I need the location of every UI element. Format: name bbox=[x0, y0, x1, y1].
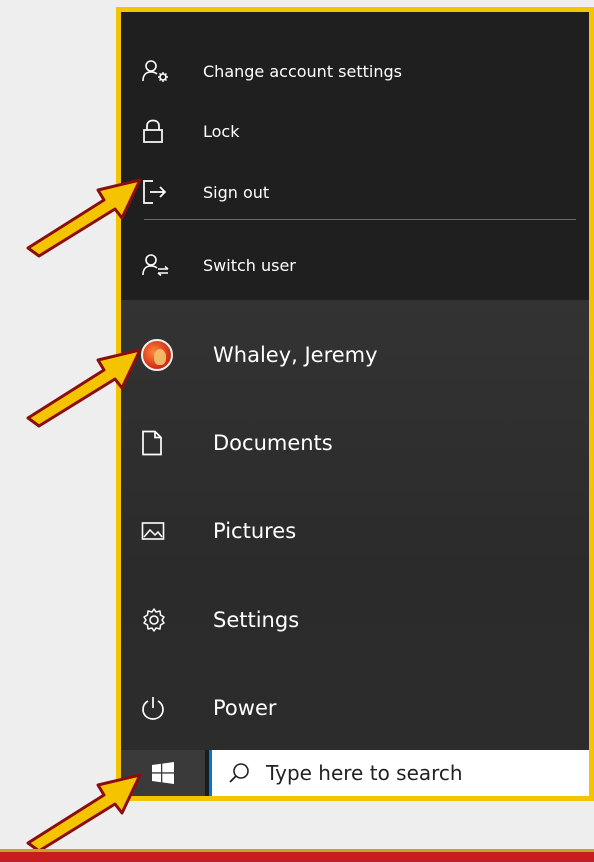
lock-item[interactable]: Lock bbox=[121, 106, 589, 156]
user-name-label: Whaley, Jeremy bbox=[213, 343, 378, 367]
annotation-arrow-user-account bbox=[26, 348, 142, 428]
switch-user-label: Switch user bbox=[203, 255, 296, 275]
start-item-user-account[interactable]: Whaley, Jeremy bbox=[121, 320, 589, 390]
start-item-settings[interactable]: Settings bbox=[121, 585, 589, 655]
settings-label: Settings bbox=[213, 608, 300, 632]
search-input[interactable] bbox=[266, 761, 566, 785]
taskbar-search-box[interactable] bbox=[209, 750, 589, 796]
start-menu-list: Whaley, Jeremy Documents Pictures Settin… bbox=[121, 300, 589, 750]
pictures-icon bbox=[141, 520, 177, 542]
start-item-pictures[interactable]: Pictures bbox=[121, 496, 589, 566]
search-icon bbox=[228, 762, 250, 784]
start-menu-frame: Change account settings Lock Sign out Sw… bbox=[116, 7, 594, 801]
annotation-arrow-sign-out bbox=[26, 178, 142, 258]
account-flyout-menu: Change account settings Lock Sign out Sw… bbox=[121, 12, 589, 300]
pictures-label: Pictures bbox=[213, 519, 297, 543]
sign-out-label: Sign out bbox=[203, 182, 270, 202]
gear-icon bbox=[141, 607, 177, 633]
power-icon bbox=[141, 695, 177, 721]
menu-divider bbox=[144, 219, 576, 220]
account-settings-icon bbox=[142, 59, 172, 83]
power-label: Power bbox=[213, 696, 277, 720]
sign-out-item[interactable]: Sign out bbox=[121, 167, 589, 217]
change-account-settings-label: Change account settings bbox=[203, 61, 402, 81]
start-item-power[interactable]: Power bbox=[121, 673, 589, 743]
start-item-documents[interactable]: Documents bbox=[121, 408, 589, 478]
bottom-accent-bar bbox=[0, 849, 594, 862]
lock-icon bbox=[142, 119, 172, 143]
taskbar bbox=[121, 750, 589, 796]
annotation-arrow-start-button bbox=[26, 773, 142, 853]
windows-logo-icon bbox=[152, 762, 174, 784]
change-account-settings-item[interactable]: Change account settings bbox=[121, 46, 589, 96]
documents-label: Documents bbox=[213, 431, 333, 455]
lock-label: Lock bbox=[203, 121, 240, 141]
switch-user-item[interactable]: Switch user bbox=[121, 240, 589, 290]
document-icon bbox=[141, 430, 177, 456]
